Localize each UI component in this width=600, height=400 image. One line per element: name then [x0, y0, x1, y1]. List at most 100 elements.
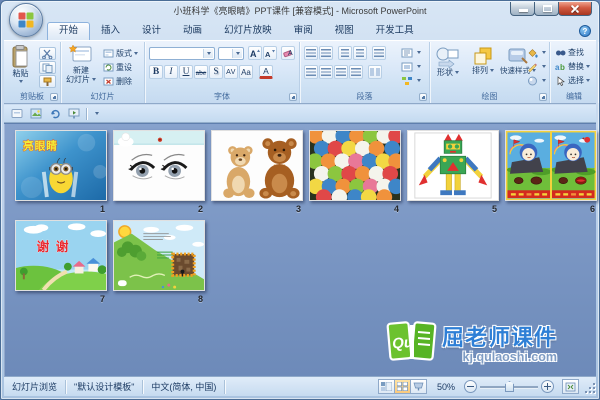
slide-thumbnail-6[interactable]: 6: [505, 130, 597, 218]
tab-design[interactable]: 设计: [131, 22, 172, 40]
qat-picture-button[interactable]: [27, 107, 44, 121]
new-slide-button[interactable]: 新建 幻灯片: [65, 44, 97, 84]
slide-sorter-icon: [396, 382, 408, 391]
delete-slide-button[interactable]: 删除: [101, 75, 138, 88]
numbering-button[interactable]: [319, 46, 333, 60]
zoom-in-button[interactable]: [541, 380, 554, 393]
italic-button[interactable]: I: [164, 65, 178, 79]
fit-to-window-button[interactable]: [562, 379, 579, 394]
format-painter-button[interactable]: [39, 75, 56, 88]
justify-button[interactable]: [349, 65, 363, 79]
shrink-font-icon: A: [265, 50, 275, 58]
new-slide-mini-icon: [11, 109, 22, 118]
slide-thumbnail-5[interactable]: 5: [407, 130, 499, 218]
align-right-button[interactable]: [334, 65, 348, 79]
shape-fill-button[interactable]: [525, 46, 546, 59]
qat-slideshow-button[interactable]: [65, 107, 82, 121]
align-left-button[interactable]: [304, 65, 318, 79]
font-size-select[interactable]: [218, 46, 244, 60]
tab-animations[interactable]: 动画: [172, 22, 213, 40]
shape-outline-icon: [528, 63, 537, 72]
zoom-slider[interactable]: [480, 381, 538, 392]
slide-sorter-view-button[interactable]: [393, 379, 411, 394]
align-text-icon: [401, 62, 413, 71]
shrink-font-button[interactable]: A: [263, 46, 277, 60]
grow-font-button[interactable]: A: [248, 46, 262, 60]
slide-sorter-pane[interactable]: 亮眼睛 1 2 3 4 5 6 谢 谢 7 8 Qu 屈老师课件 kj.qula…: [4, 123, 597, 376]
tab-review[interactable]: 审阅: [283, 22, 324, 40]
text-direction-button[interactable]: [399, 46, 421, 59]
cut-button[interactable]: [39, 47, 56, 60]
increase-indent-button[interactable]: [353, 46, 367, 60]
reset-button[interactable]: 重设: [101, 61, 138, 74]
bold-button[interactable]: B: [149, 65, 163, 79]
paragraph-dialog-launcher[interactable]: [419, 93, 427, 101]
font-name-select[interactable]: [149, 46, 215, 60]
resize-grip[interactable]: [583, 380, 596, 394]
find-button[interactable]: 查找: [553, 46, 590, 59]
slide-thumbnail-2[interactable]: 2: [113, 130, 205, 218]
shapes-button[interactable]: 形状: [432, 46, 464, 77]
character-spacing-button[interactable]: AV: [224, 65, 238, 79]
plus-icon: [546, 383, 549, 390]
font-color-button[interactable]: A: [259, 65, 273, 79]
text-shadow-button[interactable]: S: [209, 65, 223, 79]
minimize-button[interactable]: [510, 2, 535, 16]
status-bar: 幻灯片浏览 "默认设计模板" 中文(简体, 中国) 50%: [4, 376, 596, 396]
find-icon: [556, 50, 566, 55]
help-button[interactable]: ?: [579, 25, 591, 37]
qat-customize-button[interactable]: [91, 107, 102, 121]
shape-fill-icon: [528, 48, 538, 58]
clipboard-dialog-launcher[interactable]: [50, 93, 58, 101]
slideshow-mini-icon: [68, 108, 79, 119]
zoom-level[interactable]: 50%: [437, 382, 455, 392]
change-case-button[interactable]: Aa: [239, 65, 253, 79]
paste-dropdown-icon: [18, 80, 23, 83]
select-button[interactable]: 选择: [553, 74, 590, 87]
zoom-out-button[interactable]: [464, 380, 477, 393]
line-spacing-button[interactable]: [372, 46, 386, 60]
qat-undo-button[interactable]: [46, 107, 63, 121]
align-text-button[interactable]: [399, 60, 421, 73]
close-button[interactable]: [558, 2, 592, 16]
office-button[interactable]: [9, 3, 43, 37]
columns-button[interactable]: [368, 65, 382, 79]
tab-home[interactable]: 开始: [47, 22, 91, 40]
shape-effects-button[interactable]: [525, 74, 546, 87]
decrease-indent-button[interactable]: [338, 46, 352, 60]
slide1-title: 亮眼睛: [23, 139, 58, 152]
arrange-button[interactable]: 排列: [468, 46, 498, 75]
watermark-url: kj.qulaoshi.com: [462, 350, 558, 364]
slide-thumbnail-7[interactable]: 谢 谢 7: [15, 220, 107, 308]
layout-button[interactable]: 版式: [101, 47, 138, 60]
drawing-dialog-launcher[interactable]: [539, 93, 547, 101]
slideshow-view-button[interactable]: [409, 379, 427, 394]
zoom-slider-thumb[interactable]: [505, 381, 514, 392]
tab-view[interactable]: 视图: [324, 22, 365, 40]
tab-slideshow[interactable]: 幻灯片放映: [213, 22, 283, 40]
group-label-font: 字体: [214, 92, 230, 101]
tab-developer[interactable]: 开发工具: [365, 22, 425, 40]
shape-effects-icon: [528, 76, 537, 85]
tab-insert[interactable]: 插入: [90, 22, 131, 40]
clear-formatting-button[interactable]: A: [281, 46, 295, 60]
replace-button[interactable]: a b 替换: [553, 60, 590, 73]
replace-icon: ab: [555, 63, 565, 72]
slide-thumbnail-8[interactable]: 8: [113, 220, 205, 308]
normal-view-button[interactable]: [377, 379, 395, 394]
font-dialog-launcher[interactable]: [289, 93, 297, 101]
maximize-button[interactable]: [534, 2, 559, 16]
bullets-button[interactable]: [304, 46, 318, 60]
qat-new-slide-button[interactable]: [8, 107, 25, 121]
slide-thumbnail-1[interactable]: 亮眼睛 1: [15, 130, 107, 218]
paste-button[interactable]: 粘贴: [7, 45, 34, 83]
shape-outline-button[interactable]: [525, 60, 546, 73]
strikethrough-button[interactable]: abe: [194, 65, 208, 79]
underline-button[interactable]: U: [179, 65, 193, 79]
slide-thumbnail-3[interactable]: 3: [211, 130, 303, 218]
align-center-button[interactable]: [319, 65, 333, 79]
copy-button[interactable]: [39, 61, 56, 74]
shapes-icon: [436, 47, 459, 68]
convert-smartart-button[interactable]: [399, 74, 421, 87]
slide-thumbnail-4[interactable]: 4: [309, 130, 401, 218]
